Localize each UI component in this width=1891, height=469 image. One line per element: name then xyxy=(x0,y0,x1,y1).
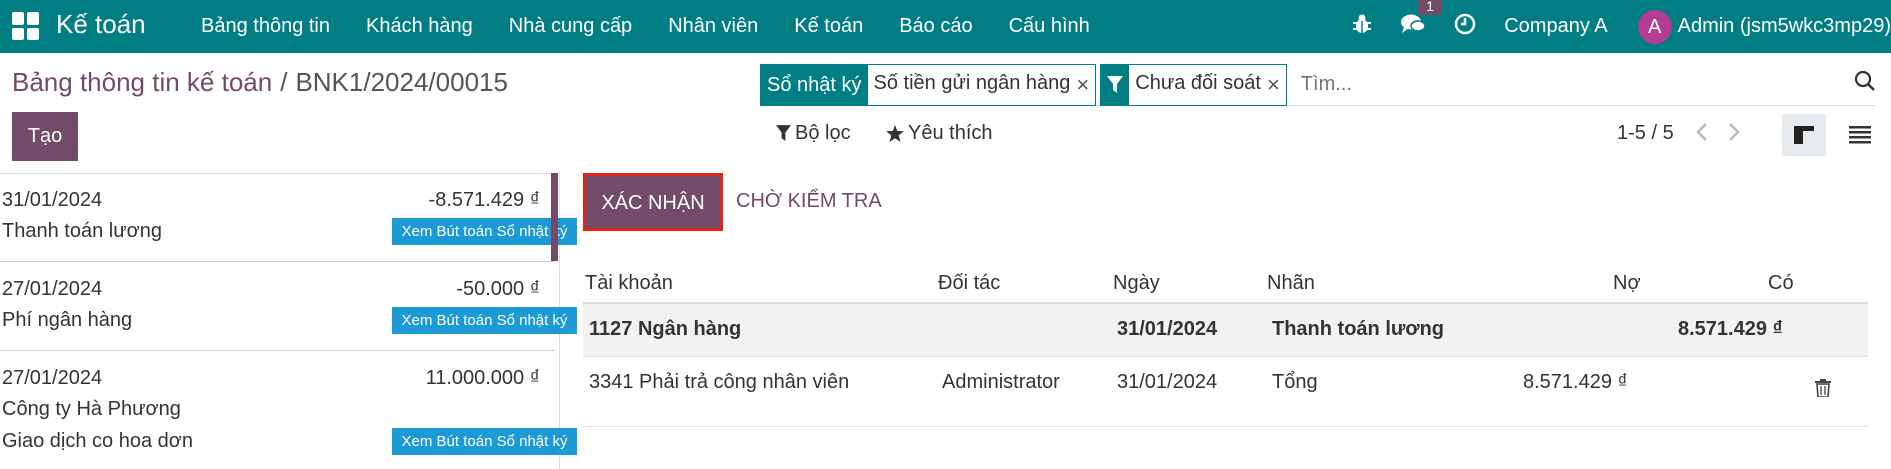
star-icon xyxy=(886,125,904,142)
list-item[interactable]: 27/01/2024 11.000.000 ₫ Công ty Hà Phươn… xyxy=(0,351,577,469)
line-partner: Phí ngân hàng xyxy=(2,309,133,331)
cell-account: 1127 Ngân hàng xyxy=(589,318,742,340)
table-header: Tài khoản Đối tác Ngày Nhãn Nợ Có xyxy=(583,268,1868,304)
cell-date: 31/01/2024 xyxy=(1117,318,1218,340)
create-button[interactable]: Tạo xyxy=(12,112,78,161)
cell-account: 3341 Phải trả công nhân viên xyxy=(589,371,850,393)
menu-item-dashboard[interactable]: Bảng thông tin xyxy=(183,0,348,53)
cell-label: Thanh toán lương xyxy=(1272,318,1445,340)
line-date: 31/01/2024 xyxy=(2,189,103,211)
cell-debit: 8.571.429 ₫ xyxy=(1523,371,1628,393)
favorites-label: Yêu thích xyxy=(908,122,993,144)
line-amount: -8.571.429 ₫ xyxy=(428,189,540,211)
top-navbar: Kế toán Bảng thông tin Khách hàng Nhà cu… xyxy=(0,0,1891,53)
avatar[interactable]: A xyxy=(1637,9,1672,44)
app-brand[interactable]: Kế toán xyxy=(56,9,146,40)
breadcrumb-current: BNK1/2024/00015 xyxy=(295,67,508,97)
col-account[interactable]: Tài khoản xyxy=(585,272,673,295)
list-view-icon[interactable] xyxy=(1838,114,1882,156)
view-journal-entry-button[interactable]: Xem Bút toán Sổ nhật ký xyxy=(392,428,577,455)
col-credit[interactable]: Có xyxy=(1768,272,1794,295)
line-amount: -50.000 ₫ xyxy=(456,278,540,300)
filter-icon xyxy=(1101,64,1130,105)
cell-label: Tổng xyxy=(1272,371,1318,393)
menu-item-accounting[interactable]: Kế toán xyxy=(776,0,881,53)
company-switcher[interactable]: Company A xyxy=(1504,15,1607,38)
kanban-view-icon[interactable] xyxy=(1782,114,1826,156)
chevron-right-icon[interactable] xyxy=(1728,122,1740,148)
cell-credit: 8.571.429 ₫ xyxy=(1678,318,1783,340)
line-date: 27/01/2024 xyxy=(2,278,103,300)
menu-item-configuration[interactable]: Cấu hình xyxy=(991,0,1108,53)
filter-icon xyxy=(776,125,791,141)
search-facet-filter: Chưa đối soát × xyxy=(1100,63,1287,106)
facet-remove-icon[interactable]: × xyxy=(1076,65,1095,105)
pager-value[interactable]: 1-5 / 5 xyxy=(1617,122,1674,145)
activity-clock-icon[interactable] xyxy=(1454,13,1476,40)
chat-badge: 1 xyxy=(1418,0,1443,15)
chevron-left-icon[interactable] xyxy=(1696,122,1708,148)
user-menu[interactable]: Admin (jsm5wkc3mp29) xyxy=(1678,15,1891,38)
line-partner: Thanh toán lương xyxy=(2,220,162,242)
to-check-button[interactable]: CHỜ KIỂM TRA xyxy=(736,190,882,213)
statement-lines-list: 31/01/2024 -8.571.429 ₫ Thanh toán lương… xyxy=(0,173,577,469)
systray: 1 Company A A Admin (jsm5wkc3mp29) xyxy=(1352,0,1891,53)
line-date: 27/01/2024 xyxy=(2,367,103,389)
menu-item-employees[interactable]: Nhân viên xyxy=(650,0,776,53)
validate-button[interactable]: XÁC NHẬN xyxy=(583,173,723,231)
menu-item-customers[interactable]: Khách hàng xyxy=(348,0,491,53)
chat-icon[interactable]: 1 xyxy=(1400,0,1443,40)
filters-button[interactable]: Bộ lọc xyxy=(776,122,851,145)
breadcrumb: Bảng thông tin kế toán / BNK1/2024/00015 xyxy=(12,67,508,98)
trash-icon[interactable] xyxy=(1815,379,1831,402)
line-partner: Công ty Hà Phương xyxy=(2,398,181,420)
main-menu: Bảng thông tin Khách hàng Nhà cung cấp N… xyxy=(183,0,1108,53)
table-row[interactable]: 3341 Phải trả công nhân viên Administrat… xyxy=(583,357,1868,427)
table-row[interactable]: 1127 Ngân hàng 31/01/2024 Thanh toán lươ… xyxy=(583,304,1868,357)
menu-item-vendors[interactable]: Nhà cung cấp xyxy=(491,0,650,53)
col-label[interactable]: Nhãn xyxy=(1267,272,1315,295)
view-journal-entry-button[interactable]: Xem Bút toán Sổ nhật ký xyxy=(392,218,577,245)
breadcrumb-parent[interactable]: Bảng thông tin kế toán xyxy=(12,67,272,97)
search-icon[interactable] xyxy=(1854,70,1876,97)
facet-label: Sổ nhật ký xyxy=(761,64,868,105)
apps-menu-icon[interactable] xyxy=(12,12,40,40)
cell-date: 31/01/2024 xyxy=(1117,371,1218,393)
col-debit[interactable]: Nợ xyxy=(1613,272,1641,295)
debug-bug-icon[interactable] xyxy=(1352,13,1372,40)
facet-value: Chưa đối soát xyxy=(1129,64,1267,105)
col-date[interactable]: Ngày xyxy=(1113,272,1160,295)
search-bar: Sổ nhật ký Số tiền gửi ngân hàng × Chưa … xyxy=(760,63,1876,106)
menu-item-reporting[interactable]: Báo cáo xyxy=(881,0,990,53)
col-partner[interactable]: Đối tác xyxy=(938,272,1000,295)
journal-items-table: Tài khoản Đối tác Ngày Nhãn Nợ Có 1127 N… xyxy=(583,268,1868,427)
cell-partner: Administrator xyxy=(942,371,1060,393)
facet-value: Số tiền gửi ngân hàng xyxy=(867,64,1077,105)
line-reference: Giao dịch co hoa dơn xyxy=(2,430,194,452)
view-journal-entry-button[interactable]: Xem Bút toán Sổ nhật ký xyxy=(392,307,577,334)
list-item[interactable]: 31/01/2024 -8.571.429 ₫ Thanh toán lương… xyxy=(0,173,577,262)
filters-label: Bộ lọc xyxy=(795,122,851,144)
facet-remove-icon[interactable]: × xyxy=(1267,65,1286,105)
favorites-button[interactable]: Yêu thích xyxy=(886,122,993,145)
breadcrumb-separator: / xyxy=(280,67,288,97)
list-item[interactable]: 27/01/2024 -50.000 ₫ Phí ngân hàng Xem B… xyxy=(0,262,577,351)
search-facet-journal: Sổ nhật ký Số tiền gửi ngân hàng × xyxy=(760,63,1097,106)
line-amount: 11.000.000 ₫ xyxy=(425,367,540,389)
search-input[interactable] xyxy=(1290,64,1876,105)
